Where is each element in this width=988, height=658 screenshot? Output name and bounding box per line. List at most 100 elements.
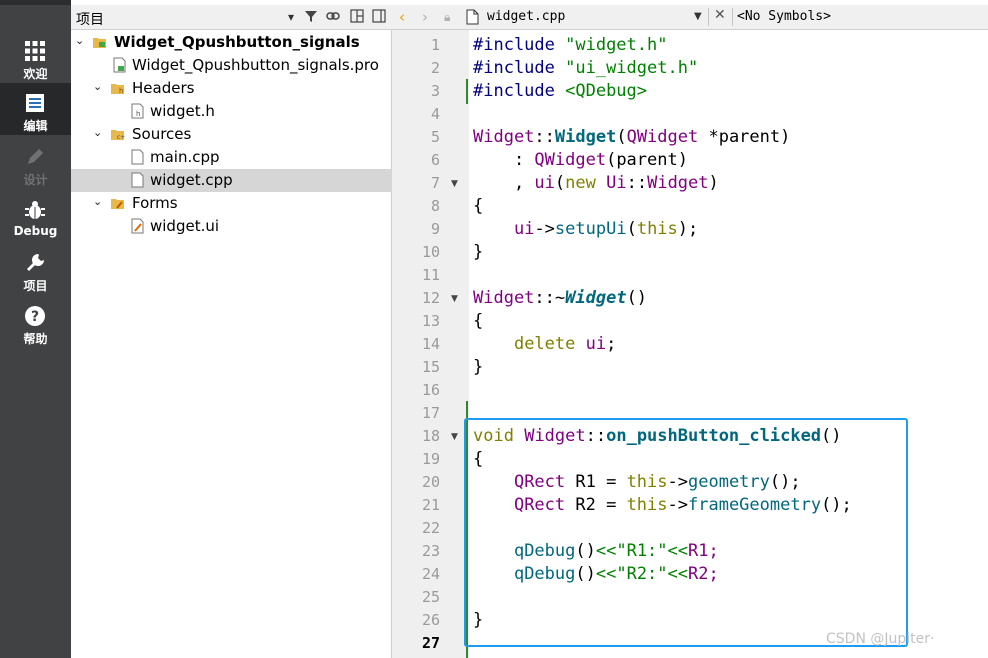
line-number: 6 — [430, 151, 440, 169]
close-panel-icon[interactable] — [371, 9, 387, 25]
code-line: , ui(new Ui::Widget) — [473, 173, 719, 193]
document-icon — [26, 94, 44, 112]
line-number: 3 — [430, 82, 440, 100]
close-icon[interactable]: ✕ — [714, 7, 726, 23]
mode-welcome-label: 欢迎 — [23, 67, 48, 81]
source-file-icon — [131, 149, 144, 165]
mode-debug-label: Debug — [13, 224, 58, 238]
line-number: 22 — [421, 519, 440, 537]
toolbar-separator — [732, 8, 733, 26]
chevron-down-icon[interactable]: ▼ — [694, 11, 702, 22]
code-line: } — [473, 357, 484, 377]
tree-item-label: main.cpp — [150, 148, 220, 166]
pencil-icon — [28, 149, 43, 164]
line-number: 7 — [430, 174, 440, 192]
project-panel-title[interactable]: 项目 — [76, 9, 104, 29]
line-number: 17 — [421, 404, 440, 422]
tree-item-sources[interactable]: ⌄ c+ Sources — [71, 123, 392, 146]
line-number: 23 — [421, 542, 440, 560]
forward-arrow-icon[interactable]: › — [422, 8, 428, 26]
fold-arrow-icon[interactable]: ▼ — [451, 432, 458, 442]
line-number: 12 — [421, 289, 440, 307]
line-number: 20 — [421, 473, 440, 491]
form-folder-icon — [111, 199, 124, 209]
code-line: ui->setupUi(this); — [513, 219, 699, 239]
file-icon — [466, 9, 479, 25]
code-line: #include <QDebug> — [473, 81, 648, 101]
mode-design: 设计 — [0, 137, 71, 189]
svg-text:h: h — [136, 110, 140, 118]
tree-item-project[interactable]: ⌄ Widget_Qpushbutton_signals — [71, 31, 392, 54]
fold-arrow-icon[interactable]: ▼ — [451, 294, 458, 304]
change-marker — [466, 79, 468, 104]
source-folder-icon: c+ — [111, 130, 125, 141]
mode-debug[interactable]: Debug — [0, 190, 71, 242]
line-number: 2 — [430, 59, 440, 77]
chevron-down-icon[interactable]: ⌄ — [75, 34, 87, 47]
tree-item-headers[interactable]: ⌄ h Headers — [71, 77, 392, 100]
back-arrow-icon[interactable]: ‹ — [399, 8, 405, 26]
line-number: 16 — [421, 381, 440, 399]
code-line: delete ui; — [513, 334, 617, 354]
tree-item-label: Forms — [132, 194, 178, 212]
lock-icon[interactable]: 🔒︎ — [444, 10, 450, 25]
tree-item-label: widget.ui — [150, 217, 220, 235]
chevron-down-icon[interactable]: ⌄ — [93, 195, 105, 208]
split-icon[interactable] — [349, 9, 365, 25]
top-strip — [0, 0, 71, 5]
tree-item-label: widget.h — [150, 102, 215, 120]
link-icon[interactable] — [325, 9, 341, 25]
chevron-down-icon[interactable]: ⌄ — [93, 80, 105, 93]
line-number: 5 — [430, 128, 440, 146]
line-number: 11 — [421, 266, 440, 284]
mode-sidebar: 欢迎 编辑 设计 Debug 项目 ? 帮助 — [0, 0, 71, 658]
code-line: #include "ui_widget.h" — [473, 58, 699, 78]
chevron-down-icon[interactable]: ⌄ — [93, 126, 105, 139]
project-tree: ⌄ Widget_Qpushbutton_signals Widget_Qpus… — [71, 30, 392, 658]
tree-item-main-cpp[interactable]: main.cpp — [71, 146, 392, 169]
line-number: 1 — [430, 36, 440, 54]
svg-text:?: ? — [31, 309, 39, 325]
project-folder-icon — [93, 38, 106, 48]
code-line: } — [473, 242, 484, 262]
grid-icon — [25, 41, 45, 61]
line-number: 4 — [430, 105, 440, 123]
line-number: 9 — [430, 220, 440, 238]
svg-text:h: h — [119, 87, 123, 95]
mode-projects[interactable]: 项目 — [0, 243, 71, 295]
code-line: { — [473, 311, 484, 331]
tree-item-label: widget.cpp — [150, 171, 233, 189]
line-number: 13 — [421, 312, 440, 330]
symbols-dropdown[interactable]: <No Symbols> — [737, 9, 831, 24]
open-file-name[interactable]: widget.cpp — [487, 9, 565, 24]
mode-edit[interactable]: 编辑 — [0, 83, 71, 135]
code-line: { — [473, 196, 484, 216]
bug-icon — [25, 201, 45, 219]
tree-item-label: Widget_Qpushbutton_signals — [114, 33, 360, 51]
line-number: 14 — [421, 335, 440, 353]
chevron-down-icon[interactable]: ▾ — [283, 9, 299, 25]
project-panel-header: 项目 ▾ — [71, 5, 392, 30]
editor-toolbar: ‹ › 🔒︎ widget.cpp ▼ ✕ <No Symbols> — [392, 5, 988, 30]
toolbar-separator — [708, 8, 709, 26]
tree-item-widget-ui[interactable]: widget.ui — [71, 215, 392, 238]
line-number: 25 — [421, 588, 440, 606]
filter-icon[interactable] — [303, 9, 319, 25]
mode-help[interactable]: ? 帮助 — [0, 296, 71, 348]
svg-text:c+: c+ — [117, 134, 125, 141]
line-number: 18 — [421, 427, 440, 445]
tree-item-label: Widget_Qpushbutton_signals.pro — [132, 56, 379, 74]
code-line: : QWidget(parent) — [473, 150, 688, 170]
line-number: 27 — [421, 634, 440, 652]
wrench-icon — [27, 254, 44, 271]
tree-item-widget-cpp[interactable]: widget.cpp — [71, 169, 392, 192]
fold-arrow-icon[interactable]: ▼ — [451, 179, 458, 189]
tree-item-pro-file[interactable]: Widget_Qpushbutton_signals.pro — [71, 54, 392, 77]
mode-design-label: 设计 — [23, 173, 48, 187]
tree-item-widget-h[interactable]: h widget.h — [71, 100, 392, 123]
line-number: 10 — [421, 243, 440, 261]
help-icon: ? — [25, 306, 45, 326]
header-file-icon: h — [131, 103, 144, 119]
mode-welcome[interactable]: 欢迎 — [0, 31, 71, 83]
tree-item-forms[interactable]: ⌄ Forms — [71, 192, 392, 215]
